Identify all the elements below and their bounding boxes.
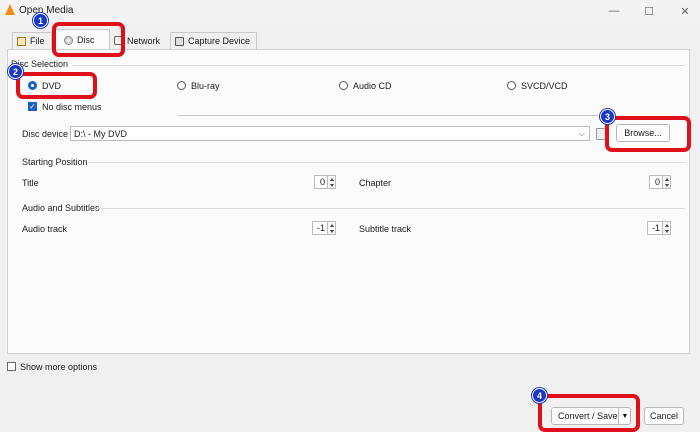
- subtitle-track-spinbox[interactable]: -1: [647, 221, 671, 235]
- divider: [73, 65, 685, 66]
- title-spinbox[interactable]: 0: [314, 175, 336, 189]
- radio-audio-cd[interactable]: [339, 81, 348, 90]
- step-badge-1: 1: [33, 13, 48, 28]
- chapter-value: 0: [649, 175, 662, 189]
- annotation-highlight-convert: [538, 394, 640, 432]
- no-disc-menus-checkbox[interactable]: ✓: [28, 102, 37, 111]
- no-disc-menus-label: No disc menus: [42, 102, 102, 112]
- subtitle-track-label: Subtitle track: [359, 224, 412, 234]
- disc-device-select[interactable]: D:\ - My DVD ⌵: [70, 126, 590, 141]
- audio-track-value: -1: [312, 221, 327, 235]
- window-title: Open Media: [19, 5, 74, 16]
- divider: [97, 208, 685, 209]
- radio-audio-cd-label: Audio CD: [353, 81, 392, 91]
- capture-device-icon: [175, 36, 184, 46]
- minimize-button[interactable]: —: [601, 2, 627, 20]
- radio-svcd-vcd[interactable]: [507, 81, 516, 90]
- show-more-options-checkbox[interactable]: [7, 362, 16, 371]
- tab-capture-device[interactable]: Capture Device: [170, 32, 257, 49]
- chevron-down-icon: ⌵: [578, 128, 585, 138]
- close-button[interactable]: ✕: [672, 2, 698, 20]
- audio-track-spinbox[interactable]: -1: [312, 221, 336, 235]
- divider: [178, 115, 598, 116]
- radio-svcd-vcd-label: SVCD/VCD: [521, 81, 568, 91]
- spin-arrows-icon[interactable]: [662, 221, 671, 235]
- chapter-label: Chapter: [359, 178, 392, 188]
- disc-device-label: Disc device: [22, 129, 69, 139]
- show-more-options-label: Show more options: [20, 362, 98, 372]
- title-bar: [0, 0, 700, 22]
- radio-bluray[interactable]: [177, 81, 186, 90]
- vlc-cone-icon: [5, 4, 15, 15]
- audio-subtitles-heading: Audio and Subtitles: [22, 203, 100, 213]
- spin-arrows-icon[interactable]: [327, 175, 336, 189]
- tab-capture-device-label: Capture Device: [188, 36, 251, 46]
- tab-file[interactable]: File: [12, 32, 52, 49]
- tab-network-label: Network: [127, 35, 161, 46]
- starting-position-heading: Starting Position: [22, 157, 88, 167]
- step-badge-3: 3: [600, 109, 615, 124]
- maximize-button[interactable]: ☐: [636, 2, 662, 20]
- tab-file-label: File: [30, 36, 45, 46]
- annotation-highlight-disc-tab: [52, 22, 125, 57]
- step-badge-4: 4: [532, 388, 547, 403]
- cancel-button[interactable]: Cancel: [644, 407, 684, 425]
- subtitle-track-value: -1: [647, 221, 662, 235]
- chapter-spinbox[interactable]: 0: [649, 175, 671, 189]
- annotation-highlight-dvd: [16, 72, 97, 99]
- radio-bluray-label: Blu-ray: [191, 81, 220, 91]
- disc-panel: [7, 49, 690, 354]
- divider: [88, 162, 685, 163]
- title-label: Title: [22, 178, 39, 188]
- step-badge-2: 2: [8, 64, 23, 79]
- spin-arrows-icon[interactable]: [662, 175, 671, 189]
- file-icon: [17, 36, 26, 46]
- audio-track-label: Audio track: [22, 224, 68, 234]
- annotation-highlight-browse: [605, 116, 691, 152]
- title-value: 0: [314, 175, 327, 189]
- disc-device-value: D:\ - My DVD: [74, 128, 127, 139]
- spin-arrows-icon[interactable]: [327, 221, 336, 235]
